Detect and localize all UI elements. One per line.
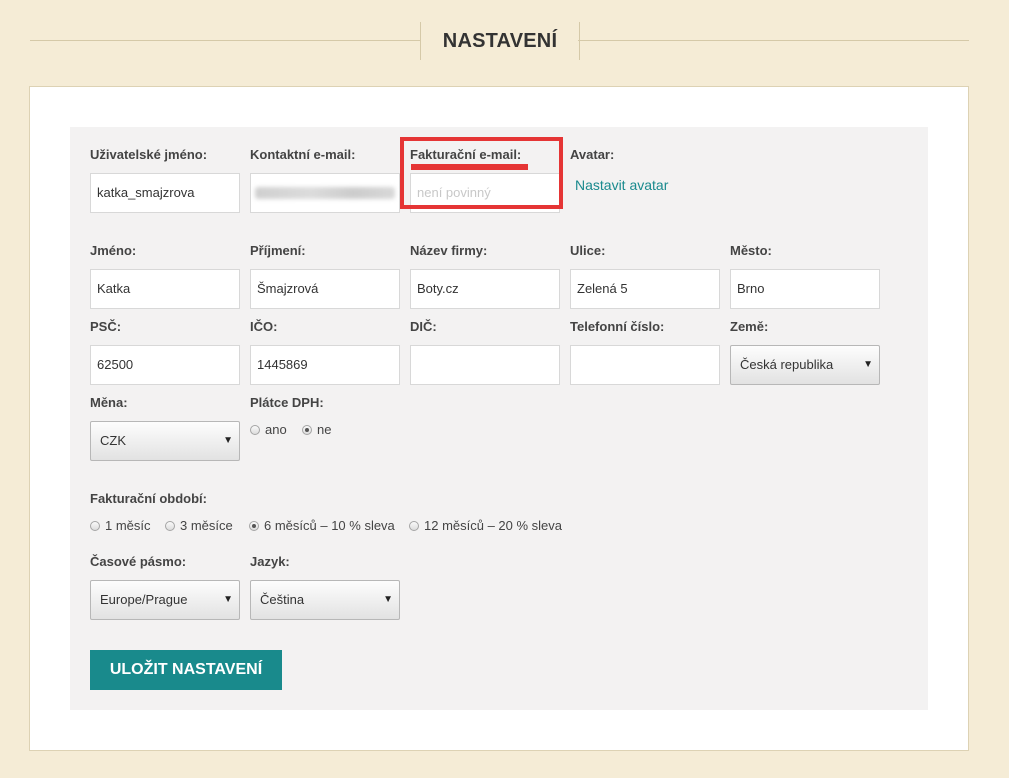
page-title-box: NASTAVENÍ <box>420 22 580 60</box>
city-label: Město: <box>730 243 772 258</box>
zip-label: PSČ: <box>90 319 122 334</box>
contact-email-label: Kontaktní e-mail: <box>250 147 356 162</box>
period-option-label: 1 měsíc <box>105 518 151 533</box>
billing-email-highlight-box <box>400 137 563 209</box>
language-label: Jazyk: <box>250 554 290 569</box>
first-name-field[interactable]: Katka <box>90 269 240 309</box>
settings-form-panel <box>70 127 928 710</box>
username-label: Uživatelské jméno: <box>90 147 208 162</box>
street-label: Ulice: <box>570 243 606 258</box>
period-option-6-months[interactable]: 6 měsíců – 10 % sleva <box>249 518 395 533</box>
currency-label: Měna: <box>90 395 128 410</box>
contact-email-field[interactable] <box>250 173 400 213</box>
last-name-label: Příjmení: <box>250 243 306 258</box>
timezone-select-value: Europe/Prague <box>100 592 188 607</box>
username-field[interactable]: katka_smajzrova <box>90 173 240 213</box>
period-option-3-months[interactable]: 3 měsíce <box>165 518 233 533</box>
vat-payer-label: Plátce DPH: <box>250 395 324 410</box>
page-title: NASTAVENÍ <box>442 29 558 52</box>
zip-field[interactable]: 62500 <box>90 345 240 385</box>
country-select[interactable]: Česká republika ▼ <box>730 345 880 385</box>
set-avatar-link[interactable]: Nastavit avatar <box>575 177 668 193</box>
vat-option-yes-label: ano <box>265 422 287 437</box>
company-label: Název firmy: <box>410 243 488 258</box>
billing-period-label: Fakturační období: <box>90 491 207 506</box>
street-field[interactable]: Zelená 5 <box>570 269 720 309</box>
dic-label: DIČ: <box>410 319 437 334</box>
last-name-field[interactable]: Šmajzrová <box>250 269 400 309</box>
currency-select[interactable]: CZK ▼ <box>90 421 240 461</box>
chevron-down-icon: ▼ <box>863 359 873 370</box>
timezone-label: Časové pásmo: <box>90 554 187 569</box>
dic-field[interactable] <box>410 345 560 385</box>
radio-icon <box>409 520 419 531</box>
radio-selected-icon <box>249 520 259 531</box>
language-select-value: Čeština <box>260 592 305 607</box>
country-select-value: Česká republika <box>740 357 834 372</box>
timezone-select[interactable]: Europe/Prague ▼ <box>90 580 240 620</box>
chevron-down-icon: ▼ <box>223 594 233 605</box>
radio-selected-icon <box>302 424 312 435</box>
period-option-12-months[interactable]: 12 měsíců – 20 % sleva <box>409 518 562 533</box>
ico-field[interactable]: 1445869 <box>250 345 400 385</box>
phone-field[interactable] <box>570 345 720 385</box>
chevron-down-icon: ▼ <box>383 594 393 605</box>
radio-icon <box>250 424 260 435</box>
country-label: Země: <box>730 319 769 334</box>
language-select[interactable]: Čeština ▼ <box>250 580 400 620</box>
ico-label: IČO: <box>250 319 278 334</box>
avatar-label: Avatar: <box>570 147 615 162</box>
period-option-label: 12 měsíců – 20 % sleva <box>424 518 563 533</box>
redacted-email-value <box>255 187 395 199</box>
company-field[interactable]: Boty.cz <box>410 269 560 309</box>
radio-icon <box>165 520 175 531</box>
period-option-label: 3 měsíce <box>180 518 233 533</box>
period-option-label: 6 měsíců – 10 % sleva <box>264 518 395 533</box>
vat-option-no[interactable]: ne <box>302 422 331 437</box>
radio-icon <box>90 520 100 531</box>
title-divider-left <box>30 40 420 41</box>
period-option-1-month[interactable]: 1 měsíc <box>90 518 151 533</box>
vat-option-yes[interactable]: ano <box>250 422 287 437</box>
title-divider-right <box>578 40 969 41</box>
vat-option-no-label: ne <box>317 422 332 437</box>
city-field[interactable]: Brno <box>730 269 880 309</box>
currency-select-value: CZK <box>100 433 126 448</box>
phone-label: Telefonní číslo: <box>570 319 665 334</box>
chevron-down-icon: ▼ <box>223 435 233 446</box>
billing-email-highlight-underline <box>411 164 528 170</box>
save-settings-button[interactable]: ULOŽIT NASTAVENÍ <box>90 650 282 690</box>
first-name-label: Jméno: <box>90 243 137 258</box>
